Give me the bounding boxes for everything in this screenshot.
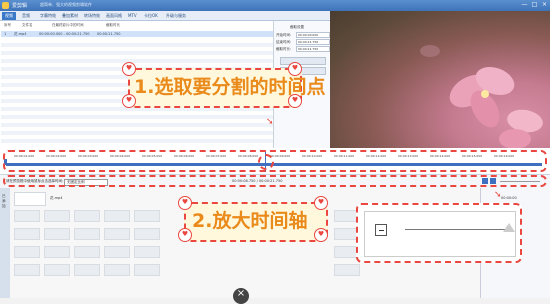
step2-text: 2.放大时间轴 bbox=[192, 210, 308, 232]
empty-slot[interactable] bbox=[104, 228, 130, 240]
empty-slot[interactable] bbox=[134, 264, 160, 276]
heart-icon: ♥ bbox=[122, 94, 136, 108]
empty-slot[interactable] bbox=[44, 210, 70, 222]
tab-audio[interactable]: 音频 bbox=[22, 12, 30, 20]
row-filename: 花.mp4 bbox=[14, 32, 27, 36]
clip-thumbnail-label: 花.mp4 bbox=[50, 196, 63, 200]
step1-callout: 1.选取要分割的时间点 ♥ ♥ ♥ ♥ bbox=[122, 62, 325, 110]
start-time-label: 开始时间: bbox=[276, 33, 292, 37]
app-subtitle: 超简单、强大的视频剪辑软件 bbox=[40, 2, 92, 7]
column-duration: 截取时长 bbox=[106, 23, 120, 27]
table-row[interactable]: 1 花.mp4 00:00:00.000 - 00:00:21.750 00:0… bbox=[1, 31, 273, 37]
toolbar-highlight-frame bbox=[3, 175, 547, 187]
heart-icon: ♥ bbox=[314, 228, 328, 242]
app-logo-icon bbox=[2, 2, 9, 9]
tab-mtv[interactable]: MTV bbox=[128, 12, 137, 20]
tab-upgrade[interactable]: 升级与服务 bbox=[166, 12, 186, 20]
app-title: 爱剪辑 bbox=[12, 3, 28, 9]
zoom-slider-closeup bbox=[356, 203, 522, 263]
empty-slot[interactable] bbox=[74, 228, 100, 240]
zoom-closeup-inner bbox=[364, 211, 516, 257]
arrow-down-icon: ➘ bbox=[266, 117, 274, 127]
heart-icon: ♥ bbox=[288, 94, 302, 108]
row-duration: 00:00:21.750 bbox=[97, 32, 121, 36]
list-stripe bbox=[1, 43, 273, 47]
start-time-field[interactable]: 00:00:00.000 bbox=[296, 32, 330, 38]
list-stripe bbox=[1, 59, 273, 63]
empty-slot[interactable] bbox=[44, 246, 70, 258]
empty-slot[interactable] bbox=[14, 210, 40, 222]
column-time: 在最终影片中的时间 bbox=[52, 23, 84, 27]
end-time-label: 结束时间: bbox=[276, 40, 292, 44]
empty-slot[interactable] bbox=[134, 210, 160, 222]
close-window-button[interactable]: × bbox=[540, 1, 549, 9]
tab-subtitle-effects[interactable]: 字幕特效 bbox=[40, 12, 56, 20]
maximize-button[interactable]: □ bbox=[530, 1, 539, 9]
empty-slot[interactable] bbox=[134, 228, 160, 240]
tab-video[interactable]: 视频 bbox=[2, 12, 16, 20]
end-time-field[interactable]: 00:00:21.750 bbox=[296, 39, 330, 45]
empty-slot[interactable] bbox=[74, 264, 100, 276]
empty-slot[interactable] bbox=[134, 246, 160, 258]
zoom-slider-thumb[interactable] bbox=[503, 223, 515, 232]
timeline-highlight-frame bbox=[3, 150, 547, 172]
empty-slot[interactable] bbox=[14, 264, 40, 276]
tab-karaoke[interactable]: 卡拉OK bbox=[144, 12, 158, 20]
tab-overlay[interactable]: 叠加素材 bbox=[62, 12, 78, 20]
heart-icon: ♥ bbox=[178, 228, 192, 242]
list-stripe bbox=[1, 123, 273, 127]
video-preview[interactable] bbox=[330, 11, 550, 148]
duration-field[interactable]: 00:00:21.750 bbox=[296, 46, 330, 52]
confirm-button[interactable] bbox=[280, 57, 326, 65]
empty-slot[interactable] bbox=[44, 264, 70, 276]
empty-slot[interactable] bbox=[334, 264, 360, 276]
list-stripe bbox=[1, 139, 273, 143]
empty-slot[interactable] bbox=[104, 246, 130, 258]
settings-title: 截取设置 bbox=[290, 25, 304, 29]
zoom-minus-icon[interactable] bbox=[375, 224, 387, 236]
empty-slot[interactable] bbox=[14, 228, 40, 240]
empty-slot[interactable] bbox=[14, 246, 40, 258]
step2-callout: 2.放大时间轴 ♥ ♥ ♥ ♥ bbox=[178, 196, 330, 244]
empty-slot[interactable] bbox=[74, 210, 100, 222]
empty-slot[interactable] bbox=[74, 246, 100, 258]
empty-slot[interactable] bbox=[104, 210, 130, 222]
tab-styles[interactable]: 画面风格 bbox=[106, 12, 122, 20]
arrow-down-icon: ➘ bbox=[494, 190, 502, 200]
heart-icon: ♥ bbox=[288, 62, 302, 76]
list-stripe bbox=[1, 115, 273, 119]
empty-slot[interactable] bbox=[104, 264, 130, 276]
flower-image bbox=[420, 45, 543, 148]
side-tab-label: 已添加 bbox=[2, 194, 6, 208]
minimize-button[interactable]: — bbox=[520, 1, 529, 9]
empty-slot[interactable] bbox=[44, 228, 70, 240]
column-filename: 文件名 bbox=[22, 23, 33, 27]
title-bar: 爱剪辑 超简单、强大的视频剪辑软件 — □ × bbox=[0, 0, 550, 11]
duration-label: 截取时长: bbox=[276, 47, 292, 51]
list-stripe bbox=[1, 51, 273, 55]
main-tab-bar: 视频 音频 字幕特效 叠加素材 转场特效 画面风格 MTV 卡拉OK 升级与服务 bbox=[0, 11, 330, 21]
tab-transitions[interactable]: 转场特效 bbox=[84, 12, 100, 20]
list-stripe bbox=[1, 131, 273, 135]
clip-thumbnail[interactable] bbox=[14, 192, 46, 206]
heart-icon: ♥ bbox=[122, 62, 136, 76]
heart-icon: ♥ bbox=[314, 196, 328, 210]
row-time: 00:00:00.000 - 00:00:21.750 bbox=[39, 32, 90, 36]
option-item[interactable]: 00:00:00 bbox=[501, 196, 517, 200]
row-index: 1 bbox=[4, 32, 7, 36]
zoom-slider-track[interactable] bbox=[405, 229, 505, 230]
column-index: 序号 bbox=[4, 23, 11, 27]
side-tab[interactable]: 已添加 bbox=[0, 188, 10, 298]
close-icon[interactable]: × bbox=[233, 288, 249, 304]
heart-icon: ♥ bbox=[178, 196, 192, 210]
